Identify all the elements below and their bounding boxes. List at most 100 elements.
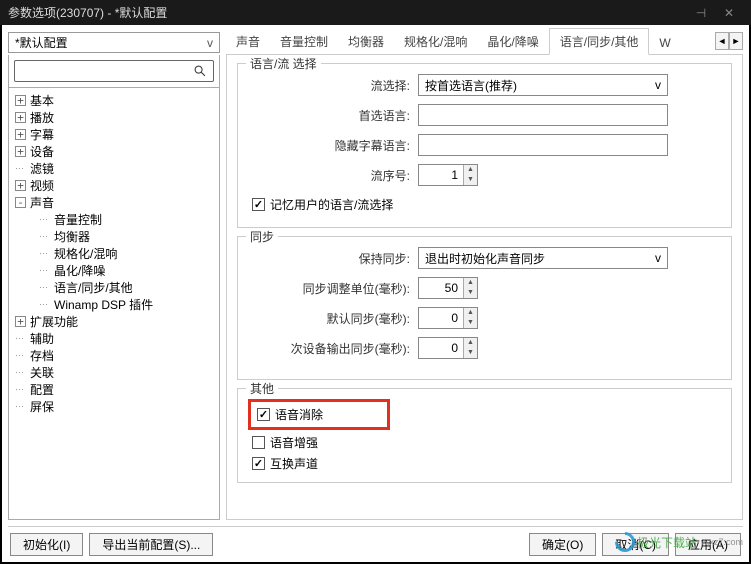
expand-icon[interactable]: +: [15, 95, 26, 106]
spinner-down-icon[interactable]: ▼: [464, 288, 477, 298]
close-icon[interactable]: ✕: [715, 6, 743, 20]
pin-icon[interactable]: ⊣: [687, 6, 715, 20]
tree-item-label: 设备: [30, 143, 54, 160]
tree-item[interactable]: -声音: [11, 194, 217, 211]
spinner-down-icon[interactable]: ▼: [464, 175, 477, 185]
tree-item[interactable]: + 播放: [11, 109, 217, 126]
voice-remove-label: 语音消除: [275, 406, 323, 423]
tab-crystal[interactable]: 晶化/降噪: [477, 29, 548, 54]
tree-item[interactable]: ⋯音量控制: [11, 211, 217, 228]
tree-item[interactable]: ⋯ 屏保: [11, 398, 217, 415]
tree-leaf-icon: ⋯: [39, 299, 50, 310]
tab-eq[interactable]: 均衡器: [338, 29, 394, 54]
search-wrap: [8, 55, 220, 88]
sync-step-spinner[interactable]: 50 ▲▼: [418, 277, 478, 299]
tree-item-label: 晶化/降噪: [54, 262, 105, 279]
chevron-down-icon: v: [655, 78, 661, 92]
tree-item[interactable]: ⋯关联: [11, 364, 217, 381]
spinner-up-icon[interactable]: ▲: [464, 308, 477, 318]
swap-channel-checkbox[interactable]: [252, 457, 265, 470]
expand-icon[interactable]: +: [15, 146, 26, 157]
tree-item[interactable]: +扩展功能: [11, 313, 217, 330]
settings-panel: 语言/流 选择 流选择: 按首选语言(推荐) v 首选语言: 隐藏字幕语言:: [226, 55, 743, 520]
tree-leaf-icon: ⋯: [15, 163, 26, 174]
expand-icon[interactable]: +: [15, 180, 26, 191]
tree-leaf-icon: ⋯: [39, 248, 50, 259]
tree-item-label: 声音: [30, 194, 54, 211]
tree-item[interactable]: +基本: [11, 92, 217, 109]
tree-item[interactable]: ⋯晶化/降噪: [11, 262, 217, 279]
expand-icon[interactable]: +: [15, 129, 26, 140]
group-other: 其他 语音消除 语音增强 互换声道: [237, 388, 732, 483]
search-input[interactable]: [14, 60, 214, 82]
tree-item[interactable]: ⋯配置: [11, 381, 217, 398]
spinner-up-icon[interactable]: ▲: [464, 278, 477, 288]
keep-sync-dropdown[interactable]: 退出时初始化声音同步 v: [418, 247, 668, 269]
tree-item-label: 屏保: [30, 398, 54, 415]
tree-item-label: 均衡器: [54, 228, 90, 245]
tree-item[interactable]: ⋯语言/同步/其他: [11, 279, 217, 296]
stream-select-dropdown[interactable]: 按首选语言(推荐) v: [418, 74, 668, 96]
tab-normalize[interactable]: 规格化/混响: [394, 29, 477, 54]
remember-lang-checkbox[interactable]: [252, 198, 265, 211]
tree-item[interactable]: ⋯辅助: [11, 330, 217, 347]
left-panel: +基本+播放+字幕+设备⋯滤镜+视频-声音⋯音量控制⋯均衡器⋯规格化/混响⋯晶化…: [8, 55, 220, 520]
tab-scroll: ◄ ►: [715, 32, 743, 50]
tree-leaf-icon: ⋯: [15, 367, 26, 378]
tree-item-label: 存档: [30, 347, 54, 364]
tree-item[interactable]: ⋯规格化/混响: [11, 245, 217, 262]
watermark: 极光下载站 w.xz7.com: [615, 532, 743, 552]
expand-icon[interactable]: +: [15, 112, 26, 123]
tab-sound[interactable]: 声音: [226, 29, 270, 54]
highlight-box: 语音消除: [248, 399, 390, 430]
tree-item[interactable]: ⋯滤镜: [11, 160, 217, 177]
tree-leaf-icon: ⋯: [15, 350, 26, 361]
swap-channel-label: 互换声道: [270, 455, 318, 472]
tree-item-label: 语言/同步/其他: [54, 279, 133, 296]
tree-item[interactable]: + 设备: [11, 143, 217, 160]
export-button[interactable]: 导出当前配置(S)...: [89, 533, 213, 556]
default-sync-spinner[interactable]: 0 ▲▼: [418, 307, 478, 329]
init-button[interactable]: 初始化(I): [10, 533, 83, 556]
spinner-up-icon[interactable]: ▲: [464, 165, 477, 175]
chevron-down-icon: v: [207, 36, 213, 50]
default-sync-label: 默认同步(毫秒):: [248, 310, 418, 327]
tree-item-label: 辅助: [30, 330, 54, 347]
tab-winamp[interactable]: Wi: [649, 32, 671, 54]
tree-item[interactable]: ⋯均衡器: [11, 228, 217, 245]
hidden-sub-input[interactable]: [418, 134, 668, 156]
category-tree[interactable]: +基本+播放+字幕+设备⋯滤镜+视频-声音⋯音量控制⋯均衡器⋯规格化/混响⋯晶化…: [8, 88, 220, 520]
stream-no-spinner[interactable]: 1 ▲▼: [418, 164, 478, 186]
remember-lang-label: 记忆用户的语言/流选择: [270, 196, 393, 213]
tree-item[interactable]: ⋯ 存档: [11, 347, 217, 364]
group-sync-title: 同步: [246, 228, 278, 245]
secondary-sync-spinner[interactable]: 0 ▲▼: [418, 337, 478, 359]
tab-scroll-right-icon[interactable]: ►: [729, 32, 743, 50]
spinner-down-icon[interactable]: ▼: [464, 348, 477, 358]
spinner-down-icon[interactable]: ▼: [464, 318, 477, 328]
tree-item-label: 播放: [30, 109, 54, 126]
tab-volume[interactable]: 音量控制: [270, 29, 338, 54]
collapse-icon[interactable]: -: [15, 197, 26, 208]
hidden-sub-label: 隐藏字幕语言:: [248, 137, 418, 154]
group-language-title: 语言/流 选择: [246, 55, 321, 72]
tree-leaf-icon: ⋯: [39, 214, 50, 225]
top-row: *默认配置 v 声音 音量控制 均衡器 规格化/混响 晶化/降噪 语言/同步/其…: [2, 25, 749, 55]
spinner-up-icon[interactable]: ▲: [464, 338, 477, 348]
tree-leaf-icon: ⋯: [15, 401, 26, 412]
stream-select-label: 流选择:: [248, 77, 418, 94]
tree-item[interactable]: +字幕: [11, 126, 217, 143]
tree-item[interactable]: +视频: [11, 177, 217, 194]
tab-bar: 声音 音量控制 均衡器 规格化/混响 晶化/降噪 语言/同步/其他 Wi ◄ ►: [226, 30, 743, 55]
title-bar: 参数选项(230707) - *默认配置 ⊣ ✕: [0, 0, 751, 25]
voice-enhance-checkbox[interactable]: [252, 436, 265, 449]
voice-remove-checkbox[interactable]: [257, 408, 270, 421]
profile-select[interactable]: *默认配置 v: [8, 32, 220, 53]
ok-button[interactable]: 确定(O): [529, 533, 596, 556]
tab-lang-sync[interactable]: 语言/同步/其他: [549, 28, 650, 55]
pref-lang-input[interactable]: [418, 104, 668, 126]
tab-scroll-left-icon[interactable]: ◄: [715, 32, 729, 50]
tree-item-label: Winamp DSP 插件: [54, 296, 153, 313]
expand-icon[interactable]: +: [15, 316, 26, 327]
tree-item[interactable]: ⋯ Winamp DSP 插件: [11, 296, 217, 313]
